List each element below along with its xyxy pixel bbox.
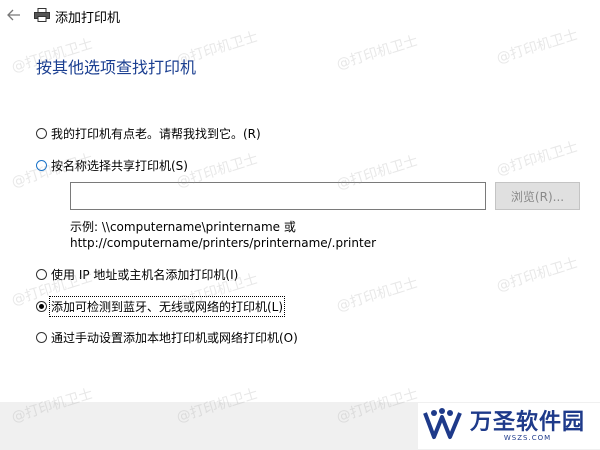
logo-mark-icon [423, 408, 462, 439]
option-shared-by-name-label: 按名称选择共享打印机(S) [51, 158, 188, 173]
option-manual-local-network[interactable]: 通过手动设置添加本地打印机或网络打印机(O) [36, 328, 298, 346]
option-shared-by-name[interactable]: 按名称选择共享打印机(S) [36, 156, 188, 174]
option-bluetooth-wireless-network[interactable]: 添加可检测到蓝牙、无线或网络的打印机(L) [36, 295, 286, 317]
radio-bluetooth-wireless-network[interactable] [36, 300, 47, 312]
watermark: @打印机卫士 [334, 33, 420, 73]
option-bluetooth-wireless-network-label: 添加可检测到蓝牙、无线或网络的打印机(L) [48, 295, 286, 317]
example-line-2: http://computername/printers/printername… [70, 236, 377, 250]
option-manual-local-network-label: 通过手动设置添加本地打印机或网络打印机(O) [51, 330, 298, 345]
printer-path-input[interactable] [70, 182, 486, 210]
browse-button[interactable]: 浏览(R)... [495, 182, 580, 210]
watermark: @打印机卫士 [334, 275, 420, 315]
window-title: 添加打印机 [55, 11, 121, 26]
radio-ip-hostname[interactable] [36, 268, 47, 280]
radio-shared-by-name[interactable] [36, 159, 47, 171]
logo-name: 万圣软件园 [470, 409, 586, 435]
logo-text: 万圣软件园 WSZS.COM [470, 410, 585, 442]
radio-old-printer[interactable] [36, 127, 47, 139]
example-line-1: 示例: \\computername\printername 或 [70, 220, 296, 234]
option-ip-hostname[interactable]: 使用 IP 地址或主机名添加打印机(I) [36, 265, 238, 283]
option-old-printer[interactable]: 我的打印机有点老。请帮我找到它。(R) [36, 124, 261, 142]
back-button[interactable] [4, 5, 24, 25]
watermark: @打印机卫士 [494, 139, 580, 179]
watermark: @打印机卫士 [494, 255, 580, 295]
printer-icon [34, 8, 50, 22]
logo-domain: WSZS.COM [503, 434, 552, 442]
page-heading: 按其他选项查找打印机 [36, 58, 197, 77]
radio-manual-local-network[interactable] [36, 331, 47, 343]
title-bar: 添加打印机 [0, 0, 600, 32]
option-old-printer-label: 我的打印机有点老。请帮我找到它。(R) [51, 126, 261, 141]
arrow-left-icon [7, 9, 20, 21]
site-logo: 万圣软件园 WSZS.COM [418, 403, 600, 449]
option-ip-hostname-label: 使用 IP 地址或主机名添加打印机(I) [51, 267, 239, 282]
